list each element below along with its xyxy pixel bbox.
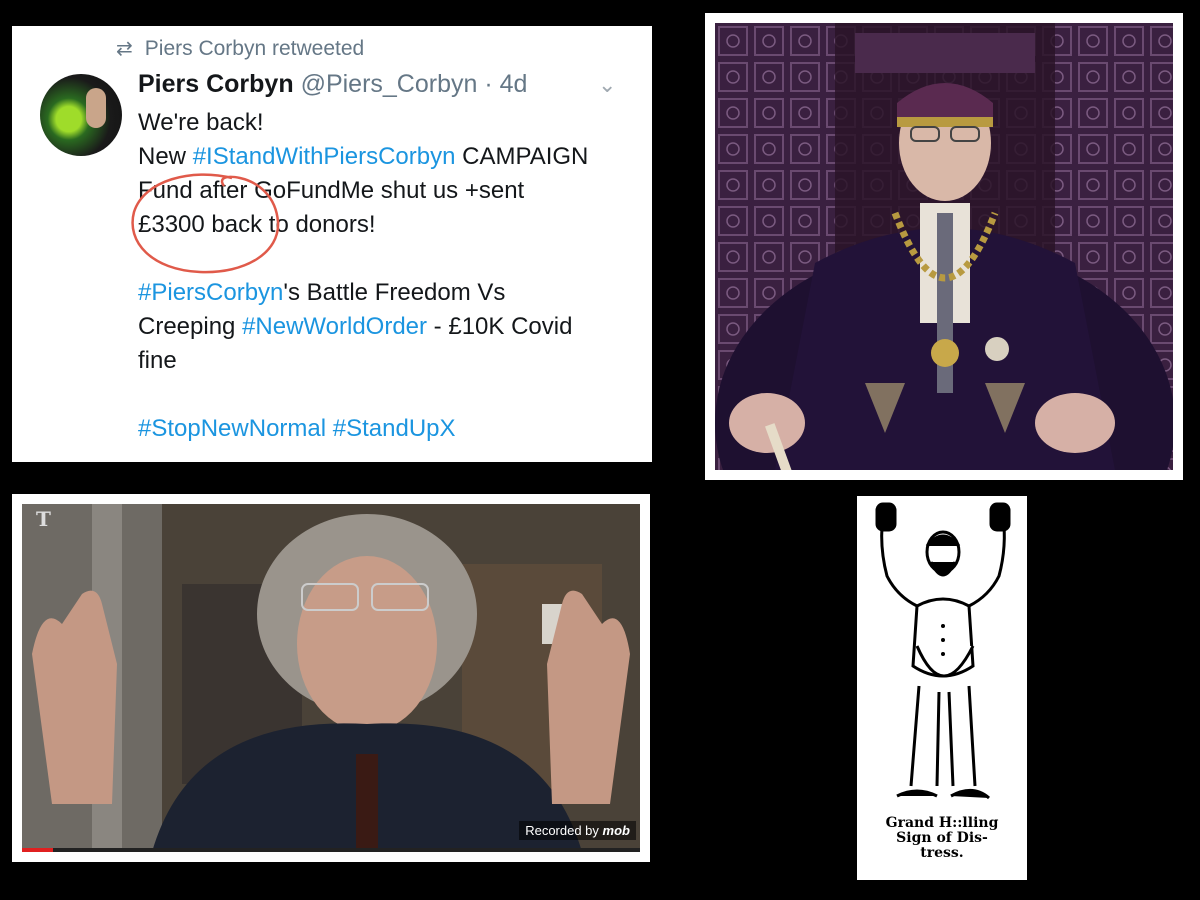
tweet-line: #StopNewNormal #StandUpX bbox=[138, 412, 638, 446]
mason-portrait-photo bbox=[715, 23, 1173, 470]
hashtag-link[interactable]: #PiersCorbyn bbox=[138, 279, 283, 306]
retweet-row: ⇄ Piers Corbyn retweeted bbox=[116, 36, 364, 61]
video-frame-image: T bbox=[22, 504, 640, 852]
tweet-line: Creeping #NewWorldOrder - £10K Covid bbox=[138, 310, 638, 344]
grand-hailing-sign-illustration bbox=[875, 502, 1011, 800]
separator: · bbox=[484, 70, 493, 98]
tweet-header: Piers Corbyn @Piers_Corbyn · 4d bbox=[138, 70, 527, 99]
caption-line: Grand H::lling bbox=[885, 815, 999, 831]
video-player[interactable]: T Recorded by mob bbox=[22, 504, 640, 852]
caption-line: Sign of Dis- bbox=[896, 830, 988, 846]
mason-portrait-frame bbox=[705, 13, 1183, 480]
tweet-text-segment: New bbox=[138, 143, 193, 170]
tweet-time[interactable]: 4d bbox=[500, 70, 528, 98]
hashtag-link[interactable]: #IStandWithPiersCorbyn bbox=[193, 143, 456, 170]
avatar[interactable] bbox=[40, 74, 122, 156]
hashtag-link[interactable]: #NewWorldOrder bbox=[242, 313, 427, 340]
tweet-line: fine bbox=[138, 344, 638, 378]
tweet-line: New #IStandWithPiersCorbyn CAMPAIGN bbox=[138, 140, 638, 174]
tweet-line: We're back! bbox=[138, 106, 638, 140]
tweet-line bbox=[138, 242, 638, 276]
chevron-down-icon[interactable]: ⌄ bbox=[598, 72, 616, 98]
retweet-icon: ⇄ bbox=[116, 38, 133, 60]
video-progress-bar[interactable] bbox=[22, 848, 640, 852]
engraving-caption: Grand H::lling Sign of Dis-tress. bbox=[857, 816, 1027, 861]
tweet-line bbox=[138, 378, 638, 412]
tweet-text: We're back! New #IStandWithPiersCorbyn CA… bbox=[138, 106, 638, 446]
tweet-text-segment: £3300 back to donors! bbox=[138, 211, 376, 238]
recorded-by-text: Recorded by bbox=[525, 823, 599, 838]
author-name[interactable]: Piers Corbyn bbox=[138, 70, 294, 98]
engraving-panel: Grand H::lling Sign of Dis-tress. bbox=[857, 496, 1027, 880]
svg-text:T: T bbox=[36, 507, 51, 531]
tweet-card: ⇄ Piers Corbyn retweeted Piers Corbyn @P… bbox=[12, 26, 652, 462]
tweet-text-segment bbox=[326, 415, 333, 442]
tweet-line: £3300 back to donors! bbox=[138, 208, 638, 242]
video-progress-fill bbox=[22, 848, 53, 852]
tweet-line: #PiersCorbyn's Battle Freedom Vs bbox=[138, 276, 638, 310]
tweet-text-segment: 's Battle Freedom Vs bbox=[283, 279, 506, 306]
tweet-text-segment: CAMPAIGN bbox=[455, 143, 589, 170]
hashtag-link[interactable]: #StandUpX bbox=[333, 415, 456, 442]
author-handle[interactable]: @Piers_Corbyn bbox=[301, 70, 478, 98]
tweet-text-segment: - £10K Covid bbox=[427, 313, 573, 340]
hashtag-link[interactable]: #StopNewNormal bbox=[138, 415, 326, 442]
caption-line: tress. bbox=[920, 845, 964, 861]
retweet-label: Piers Corbyn retweeted bbox=[144, 36, 365, 60]
video-still-frame: T Recorded by mob bbox=[12, 494, 650, 862]
tweet-text-segment: Fund after GoFundMe shut us +sent bbox=[138, 177, 525, 204]
tweet-line: Fund after GoFundMe shut us +sent bbox=[138, 174, 638, 208]
tweet-text-segment: We're back! bbox=[138, 109, 264, 136]
mob-logo: mob bbox=[602, 823, 630, 838]
tweet-text-segment: Creeping bbox=[138, 313, 243, 340]
tweet-text-segment: fine bbox=[138, 347, 177, 374]
recorded-by-label: Recorded by mob bbox=[519, 821, 636, 840]
